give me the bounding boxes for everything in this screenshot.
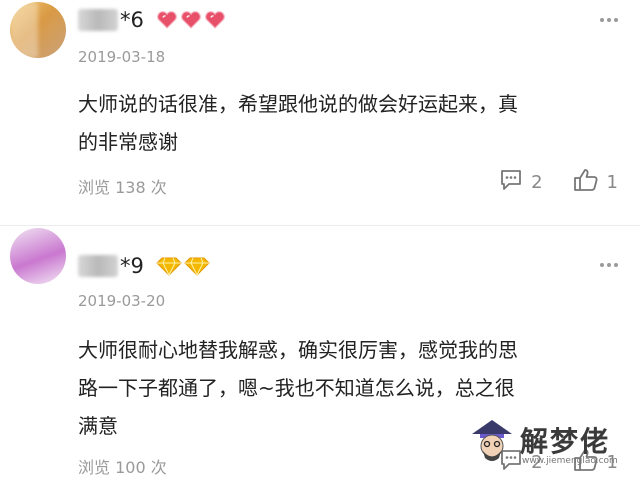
heart-badge-icon: [156, 11, 178, 29]
comment-text-line: 路一下子都通了，嗯~我也不知道怎么说，总之很: [78, 376, 515, 400]
diamond-badge-icon: [184, 256, 210, 276]
comment-actions: 2 1: [469, 168, 618, 196]
watermark: 解梦佬 www.jiemenglao.com: [466, 414, 626, 474]
comment-reply-icon: [499, 169, 523, 195]
comment-date: 2019-03-20: [78, 292, 166, 310]
view-count: 浏览 138 次: [78, 178, 167, 197]
comment-text-line: 大师很耐心地替我解惑，确实很厉害，感觉我的思: [78, 338, 518, 362]
diamond-badge-icon: [156, 256, 182, 276]
username-suffix[interactable]: *9: [120, 254, 144, 278]
blurred-username[interactable]: [78, 255, 118, 277]
blurred-username[interactable]: [78, 9, 118, 31]
reply-count: 2: [531, 171, 543, 193]
watermark-url: www.jiemenglao.com: [522, 456, 618, 466]
username-row: *9: [78, 252, 210, 280]
comment-card-1: *6 2019-03-18 大师说的话很准，希望跟他说的做会好运起来，真 的非常…: [0, 0, 640, 226]
watermark-title: 解梦佬: [520, 425, 611, 458]
more-icon[interactable]: [600, 17, 618, 23]
avatar[interactable]: [10, 228, 66, 284]
view-count: 浏览 100 次: [78, 458, 167, 477]
heart-badge-icon: [180, 11, 202, 29]
user-badges: [156, 11, 226, 29]
comment-text-line: 大师说的话很准，希望跟他说的做会好运起来，真: [78, 92, 518, 116]
username-row: *6: [78, 6, 226, 34]
thumbs-up-icon: [573, 168, 599, 196]
more-icon[interactable]: [600, 262, 618, 268]
like-count: 1: [606, 171, 618, 193]
avatar[interactable]: [10, 2, 66, 58]
watermark-logo-icon: [466, 414, 518, 466]
username-suffix[interactable]: *6: [120, 8, 144, 32]
heart-badge-icon: [204, 11, 226, 29]
user-badges: [156, 256, 210, 276]
reply-button[interactable]: 2: [499, 169, 543, 195]
comment-text-line: 的非常感谢: [78, 130, 178, 154]
comment-text: 大师说的话很准，希望跟他说的做会好运起来，真 的非常感谢: [78, 85, 618, 161]
comment-date: 2019-03-18: [78, 48, 166, 66]
like-button[interactable]: 1: [573, 168, 618, 196]
